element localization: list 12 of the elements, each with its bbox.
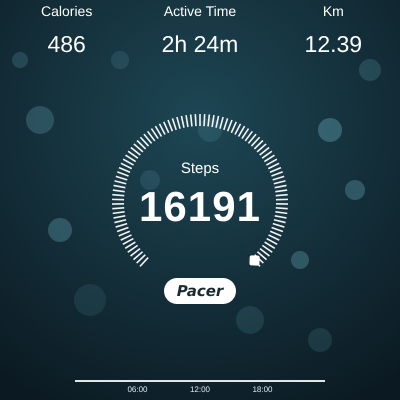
time-label: 06:00 [127,384,148,396]
stat-value: 2h 24m [162,30,238,58]
stat-value: 12.39 [304,30,362,58]
stat-value: 486 [47,30,86,58]
stat-label: Calories [40,2,92,20]
time-label: 12:00 [190,384,210,396]
stat-label: Km [322,2,344,20]
time-label: 18:00 [252,384,273,396]
steps-label: Steps [180,160,220,178]
pacer-button[interactable]: Pacer [164,278,236,304]
steps-count: 16191 [138,184,262,230]
stat-label: Active Time [164,2,236,20]
